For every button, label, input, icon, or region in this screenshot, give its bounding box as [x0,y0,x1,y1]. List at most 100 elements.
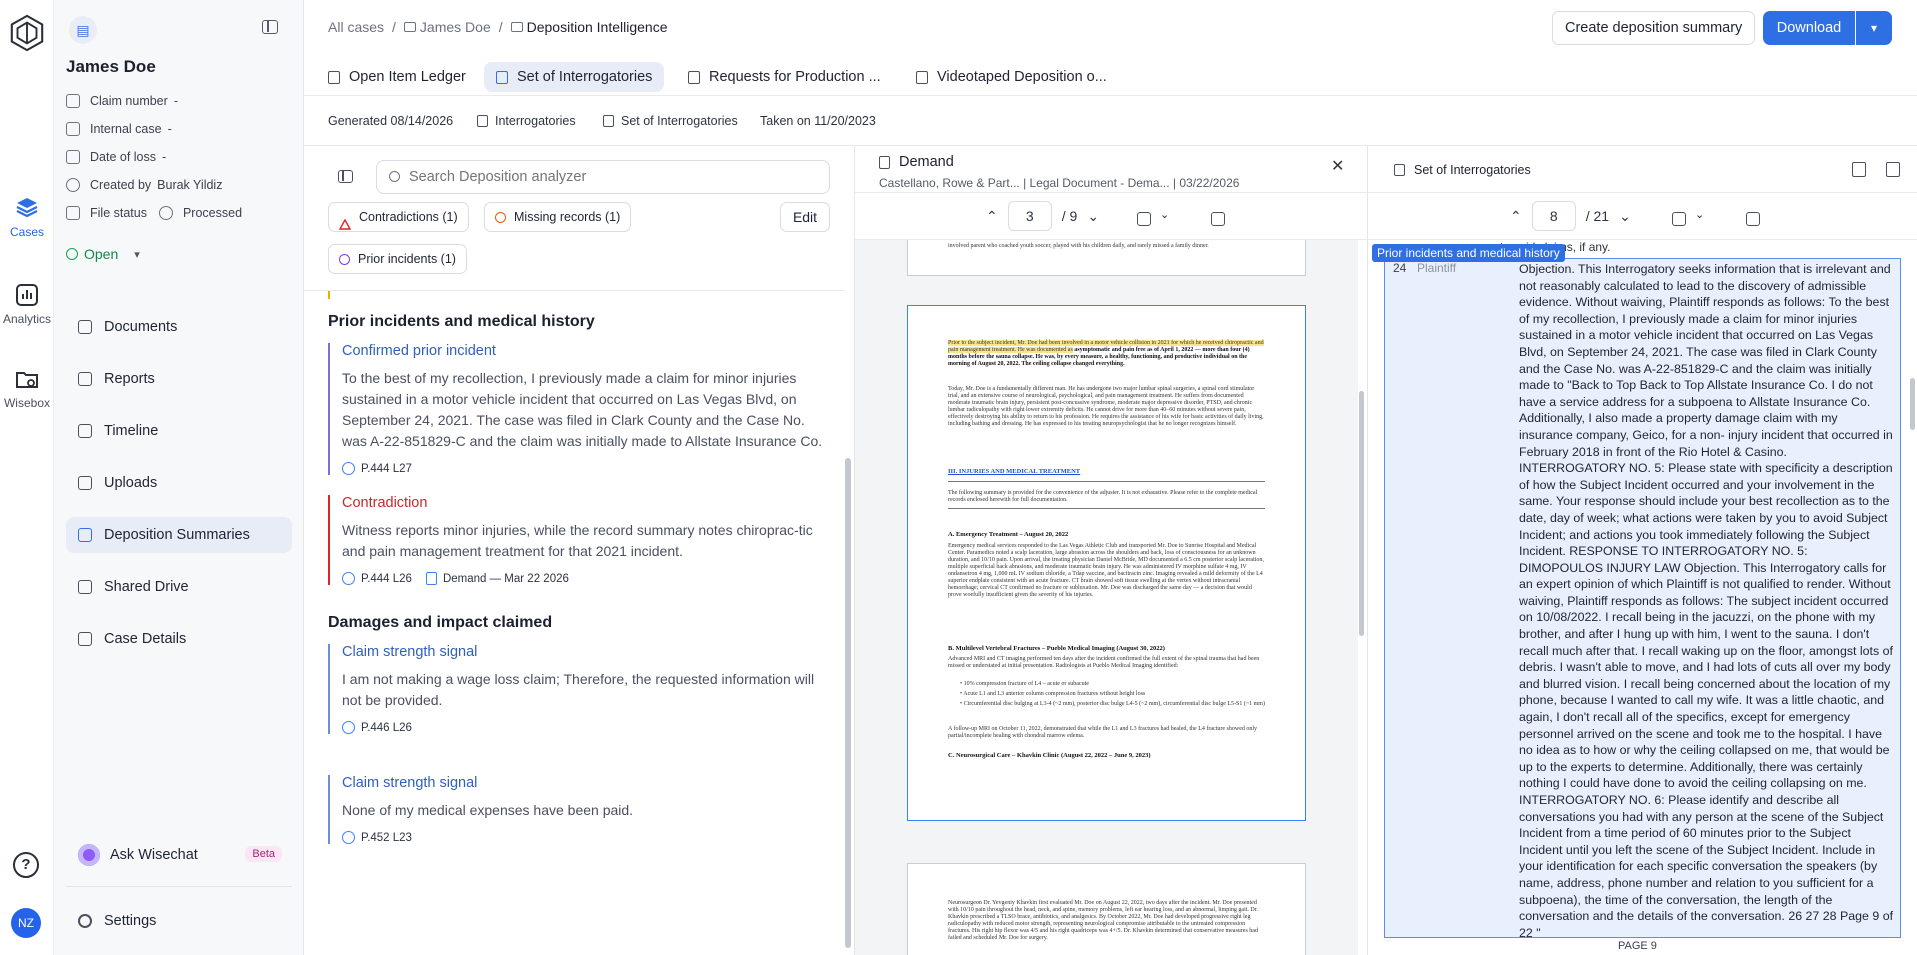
analyzer-scrollbar[interactable] [845,458,851,948]
rail-item-analytics[interactable]: Analytics [0,282,54,326]
meta-date-of-loss: Date of loss - [66,150,166,164]
meta-value: - [167,122,172,136]
tab-requests-for-production[interactable]: Requests for Production ... [676,62,893,92]
source-doc-set-of-interrogatories[interactable]: Set of Interrogatories [603,114,738,128]
source-doc-interrogatories[interactable]: Interrogatories [477,114,576,128]
ir-scrollbar[interactable] [1910,378,1915,430]
finding-title: Contradiction [342,495,428,511]
document-tabs: Open Item Ledger Set of Interrogatories … [304,60,1917,96]
page-number-input[interactable]: 8 [1531,201,1576,231]
rail-item-wisebox[interactable]: Wisebox [0,366,54,410]
ir-viewer[interactable]: to said claims, if any. Prior incidents … [1368,240,1917,955]
doc-pager: ⌃ 3 / 9 ⌄ [986,201,1099,231]
download-button[interactable]: Download [1763,11,1855,45]
zoom-icon[interactable] [1137,212,1151,226]
collapse-sidebar-icon[interactable] [262,20,278,34]
copy-icon[interactable] [1746,212,1760,226]
tab-videotaped-deposition[interactable]: Videotaped Deposition o... [904,62,1119,92]
annotate-icon[interactable] [1886,162,1900,177]
finding-refs: P.446 L26 [342,721,824,734]
prev-page-icon[interactable]: ⌃ [1510,208,1522,225]
page-text: Today, Mr. Doe is a fundamentally differ… [948,386,1264,427]
link-icon [342,572,355,585]
nav-item-uploads[interactable]: Uploads [66,465,292,501]
doc-title: Demand [879,154,954,170]
page-rule [948,508,1265,509]
case-status-dropdown[interactable]: Open ▾ [66,246,140,262]
link-icon [342,721,355,734]
line-number: 24 [1393,261,1407,275]
document-icon [603,115,614,127]
chevron-down-icon[interactable]: ⌄ [1160,208,1169,221]
breadcrumb-case[interactable]: James Doe [403,19,491,35]
search-icon [389,171,400,182]
help-icon[interactable]: ? [13,852,39,878]
finding-body: To the best of my recollection, I previo… [342,370,823,449]
document-ref[interactable]: Demand — Mar 22 2026 [425,572,569,585]
file-view-icon[interactable] [1852,162,1866,177]
doc-viewer[interactable]: involved parent who coached youth soccer… [855,240,1358,955]
panel-toggle-icon[interactable] [338,170,353,183]
document-icon [510,22,523,32]
taken-date: Taken on 11/20/2023 [760,114,876,128]
next-page-icon[interactable]: ⌄ [1087,208,1099,225]
highlight-category-tag: Prior incidents and medical history [1372,244,1565,262]
page-line-ref[interactable]: P.444 L27 [342,462,412,475]
document-icon [688,70,700,84]
document-icon [66,122,80,136]
page-heading: III. INJURIES AND MEDICAL TREATMENT [948,468,1081,475]
highlighted-passage[interactable]: 24 Plaintiff Objection. This Interrogato… [1384,258,1901,940]
edit-filters-button[interactable]: Edit [780,202,830,232]
ask-wisechat-button[interactable]: Ask Wisechat Beta [66,837,292,873]
finding-card[interactable]: Claim strength signal None of my medical… [328,775,824,844]
copy-icon[interactable] [1211,212,1225,226]
ref-label: P.444 L27 [361,462,412,475]
next-page-icon[interactable]: ⌄ [1619,208,1631,225]
document-icon [1394,164,1405,176]
document-icon [496,70,508,84]
close-icon[interactable]: ✕ [1331,156,1344,176]
finding-card[interactable]: Contradiction Witness reports minor inju… [328,495,824,585]
nav-item-case-details[interactable]: Case Details [66,621,292,657]
doc-toolbar: ⌃ 3 / 9 ⌄ ⌄ [855,192,1368,240]
finding-card[interactable]: Confirmed prior incident To the best of … [328,343,824,475]
breadcrumb-all-cases[interactable]: All cases [328,19,384,35]
interrogatories-panel: Set of Interrogatories ⌃ 8 / 21 ⌄ ⌄ to s… [1368,146,1917,955]
nav-item-timeline[interactable]: Timeline [66,413,292,449]
filter-prior-incidents[interactable]: Prior incidents (1) [328,244,467,274]
doc-scrollbar[interactable] [1359,391,1364,636]
prev-page-icon[interactable]: ⌃ [986,208,998,225]
create-deposition-summary-button[interactable]: Create deposition summary [1552,11,1756,45]
nav-item-documents[interactable]: Documents [66,309,292,345]
case-name: James Doe [66,57,156,76]
rail-label: Analytics [2,312,52,326]
nav-item-reports[interactable]: Reports [66,361,292,397]
chevron-down-icon[interactable]: ⌄ [1695,208,1704,221]
page-line-ref[interactable]: P.446 L26 [342,721,412,734]
tab-set-of-interrogatories[interactable]: Set of Interrogatories [484,62,665,92]
filter-contradictions[interactable]: Contradictions (1) [328,202,469,232]
finding-card[interactable]: Claim strength signal I am not making a … [328,644,824,734]
nav-item-shared-drive[interactable]: Shared Drive [66,569,292,605]
page-number-input[interactable]: 3 [1007,201,1052,231]
document-icon [916,70,928,84]
page-text: Emergency medical services responded to … [948,543,1264,598]
page-line-ref[interactable]: P.444 L26 [342,572,412,585]
filter-missing-records[interactable]: Missing records (1) [484,202,632,232]
nav-item-deposition-summaries[interactable]: Deposition Summaries [66,517,292,553]
settings-button[interactable]: Settings [66,903,292,939]
page-heading: A. Emergency Treatment – August 20, 2022 [948,531,1069,538]
rail-item-cases[interactable]: Cases [0,195,54,239]
page-bullet: • Acute L1 and L3 anterior column compre… [960,691,1146,697]
search-input[interactable] [376,160,830,194]
timeline-icon [78,424,92,438]
tab-open-item-ledger[interactable]: Open Item Ledger [316,62,478,92]
page-line-ref[interactable]: P.452 L23 [342,831,412,844]
user-avatar[interactable]: NZ [11,908,41,938]
zoom-icon[interactable] [1672,212,1686,226]
meta-value: - [162,150,167,164]
download-options-chevron-icon[interactable]: ▾ [1856,11,1892,45]
icon-rail: Cases Analytics Wisebox ? NZ [0,0,54,955]
page-bullet: • 10% compression fracture of L4 – acute… [960,681,1089,687]
app-logo-icon[interactable] [8,14,46,52]
